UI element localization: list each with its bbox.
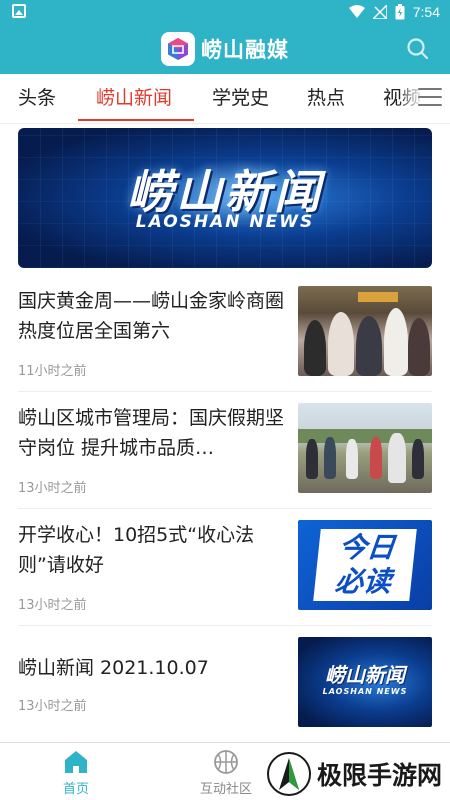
image-notification-icon xyxy=(12,4,26,18)
news-thumbnail: 崂山新闻 LAOSHAN NEWS xyxy=(298,637,432,727)
news-title: 开学收心！10招5式“收心法则”请收好 xyxy=(18,524,255,576)
app-logo-icon xyxy=(161,32,195,66)
today-must-read-badge: 今日 必读 xyxy=(313,529,417,601)
tab-party-history[interactable]: 学党史 xyxy=(212,74,269,122)
news-title: 崂山新闻 2021.10.07 xyxy=(18,657,209,679)
nav-community-label: 互动社区 xyxy=(199,782,252,797)
nav-home[interactable]: 首页 xyxy=(36,749,116,797)
hero-banner[interactable]: 崂山新闻 LAOSHAN NEWS xyxy=(18,128,432,268)
basketball-icon xyxy=(214,750,238,774)
news-time: 13小时之前 xyxy=(18,481,87,496)
news-time: 11小时之前 xyxy=(18,364,87,379)
channel-tabs: 头条 崂山新闻 学党史 热点 视频 xyxy=(0,74,450,124)
news-title: 崂山区城市管理局：国庆假期坚守岗位 提升城市品质… xyxy=(18,407,285,459)
news-title: 国庆黄金周——崂山金家岭商圈热度位居全国第六 xyxy=(18,290,285,342)
news-item[interactable]: 崂山新闻 2021.10.07 13小时之前 崂山新闻 LAOSHAN NEWS xyxy=(18,637,432,741)
news-time: 13小时之前 xyxy=(18,699,87,714)
news-thumbnail xyxy=(298,286,432,376)
status-bar: 7:54 xyxy=(0,0,450,24)
news-thumbnail: 今日 必读 xyxy=(298,520,432,610)
watermark-logo-icon xyxy=(266,752,311,796)
news-time: 13小时之前 xyxy=(18,598,87,613)
tab-laoshan-news[interactable]: 崂山新闻 xyxy=(96,74,172,122)
site-watermark: 极限手游网 xyxy=(266,750,442,798)
home-icon xyxy=(65,751,87,773)
app-title: 崂山融媒 xyxy=(201,38,289,62)
news-thumbnail xyxy=(298,403,432,493)
app-header: 崂山融媒 xyxy=(0,24,450,74)
news-item[interactable]: 崂山区城市管理局：国庆假期坚守岗位 提升城市品质… 13小时之前 xyxy=(18,403,432,509)
news-item[interactable]: 开学收心！10招5式“收心法则”请收好 13小时之前 今日 必读 xyxy=(18,520,432,626)
banner-subtitle: LAOSHAN NEWS xyxy=(135,212,315,232)
tab-hot[interactable]: 热点 xyxy=(307,74,345,122)
search-icon[interactable] xyxy=(406,37,430,61)
watermark-text: 极限手游网 xyxy=(316,761,442,790)
menu-icon[interactable] xyxy=(418,88,442,108)
clock: 7:54 xyxy=(412,4,440,20)
no-signal-icon xyxy=(372,5,387,19)
news-item[interactable]: 国庆黄金周——崂山金家岭商圈热度位居全国第六 11小时之前 xyxy=(18,286,432,392)
active-tab-indicator xyxy=(78,119,194,121)
nav-home-label: 首页 xyxy=(62,782,89,797)
wifi-icon xyxy=(348,5,365,18)
battery-icon xyxy=(395,4,405,20)
status-icons: 7:54 xyxy=(348,3,440,21)
tab-headlines[interactable]: 头条 xyxy=(18,74,56,122)
nav-community[interactable]: 互动社区 xyxy=(186,749,266,797)
brand: 崂山融媒 xyxy=(0,24,450,74)
